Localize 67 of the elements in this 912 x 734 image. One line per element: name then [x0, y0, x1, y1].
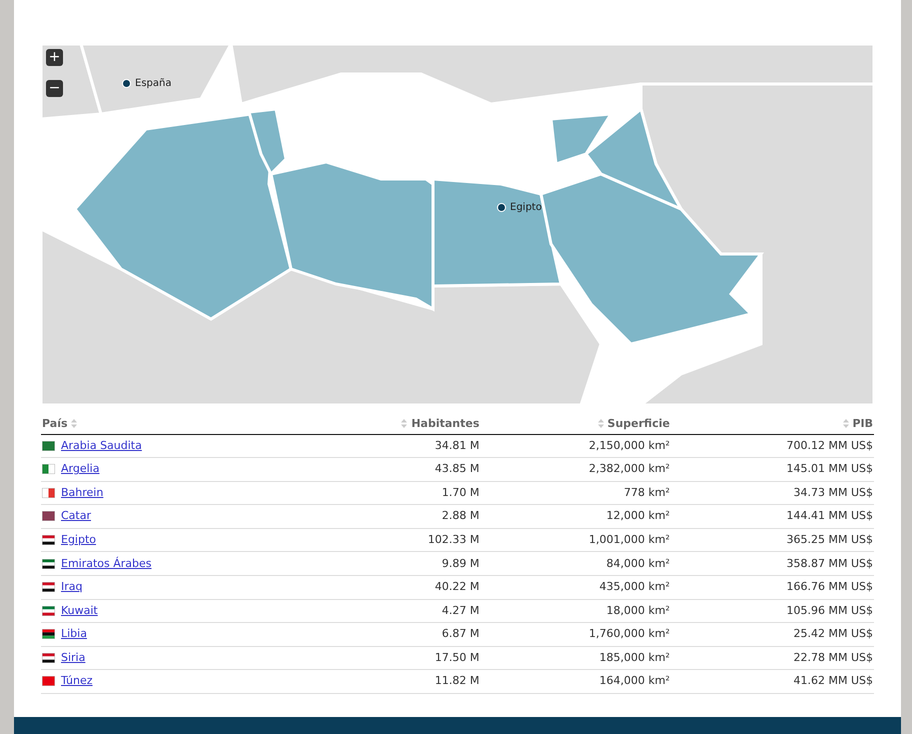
table-cell: 435,000 km²: [599, 580, 670, 594]
table-cell: 778 km²: [624, 486, 670, 499]
table-cell: 145.01 MM US$: [786, 462, 873, 476]
marker-label: España: [135, 77, 172, 91]
table-cell: 2.88 M: [442, 509, 480, 522]
marker-label: Egipto: [510, 201, 542, 215]
column-header[interactable]: País: [42, 417, 68, 430]
table-cell: 43.85 M: [434, 462, 480, 476]
column-header[interactable]: Superficie: [607, 417, 670, 430]
flag-icon: [42, 582, 55, 592]
country-link[interactable]: Iraq: [61, 580, 82, 594]
table-cell: 144.41 MM US$: [786, 509, 873, 522]
table-cell: 6.87 M: [442, 627, 480, 640]
table-cell: 34.73 MM US$: [794, 486, 873, 499]
sort-icon[interactable]: [71, 419, 78, 428]
table-cell: 22.78 MM US$: [794, 650, 873, 664]
table-cell: 25.42 MM US$: [794, 627, 873, 640]
country-link[interactable]: Libia: [61, 627, 87, 640]
zoom-in-button[interactable]: +: [46, 49, 63, 66]
flag-icon: [42, 534, 55, 545]
table-cell: 34.81 M: [434, 438, 480, 452]
country-link[interactable]: Emiratos Árabes: [61, 556, 152, 570]
table-cell: 2,150,000 km²: [588, 438, 670, 452]
table-cell: 41.62 MM US$: [794, 674, 873, 688]
sort-icon[interactable]: [598, 419, 604, 428]
column-header[interactable]: PIB: [852, 417, 873, 430]
column-header[interactable]: Habitantes: [411, 417, 480, 430]
table-cell: 102.33 M: [428, 532, 480, 546]
table-cell: 17.50 M: [434, 650, 480, 664]
flag-icon: [42, 488, 55, 498]
country-link[interactable]: Túnez: [61, 674, 93, 688]
flag-icon: [42, 511, 55, 522]
sort-icon[interactable]: [401, 419, 408, 428]
table-cell: 1.70 M: [442, 486, 480, 499]
table-cell: 18,000 km²: [606, 604, 670, 617]
table-cell: 166.76 MM US$: [786, 580, 873, 594]
flag-icon: [42, 629, 55, 640]
flag-icon: [42, 464, 55, 474]
table-cell: 9.89 M: [442, 556, 480, 570]
table-cell: 105.96 MM US$: [786, 604, 873, 617]
flag-icon: [42, 606, 55, 616]
country-link[interactable]: Argelia: [61, 462, 100, 476]
zoom-out-button[interactable]: −: [46, 80, 63, 97]
country-link[interactable]: Kuwait: [61, 604, 98, 617]
table-cell: 12,000 km²: [606, 509, 670, 522]
country-link[interactable]: Bahrein: [61, 486, 104, 499]
flag-icon: [42, 558, 55, 568]
table-cell: 40.22 M: [434, 580, 480, 594]
country-link[interactable]: Catar: [61, 509, 91, 522]
table-cell: 2,382,000 km²: [588, 462, 670, 476]
table-cell: 365.25 MM US$: [786, 532, 873, 546]
table-cell: 4.27 M: [442, 604, 480, 617]
table-cell: 164,000 km²: [599, 674, 670, 688]
table-cell: 84,000 km²: [606, 556, 670, 570]
sort-icon[interactable]: [842, 419, 849, 428]
table-cell: 358.87 MM US$: [786, 556, 873, 570]
country-link[interactable]: Egipto: [61, 532, 96, 546]
table-cell: 1,760,000 km²: [588, 627, 670, 640]
flag-icon: [42, 676, 55, 686]
table-cell: 11.82 M: [434, 674, 480, 688]
table-cell: 1,001,000 km²: [588, 532, 670, 546]
country-link[interactable]: Arabia Saudita: [61, 438, 142, 452]
flag-icon: [42, 440, 55, 451]
table-cell: 700.12 MM US$: [786, 438, 873, 452]
country-link[interactable]: Siria: [61, 650, 86, 664]
table-cell: 185,000 km²: [599, 650, 670, 664]
flag-icon: [42, 652, 55, 663]
